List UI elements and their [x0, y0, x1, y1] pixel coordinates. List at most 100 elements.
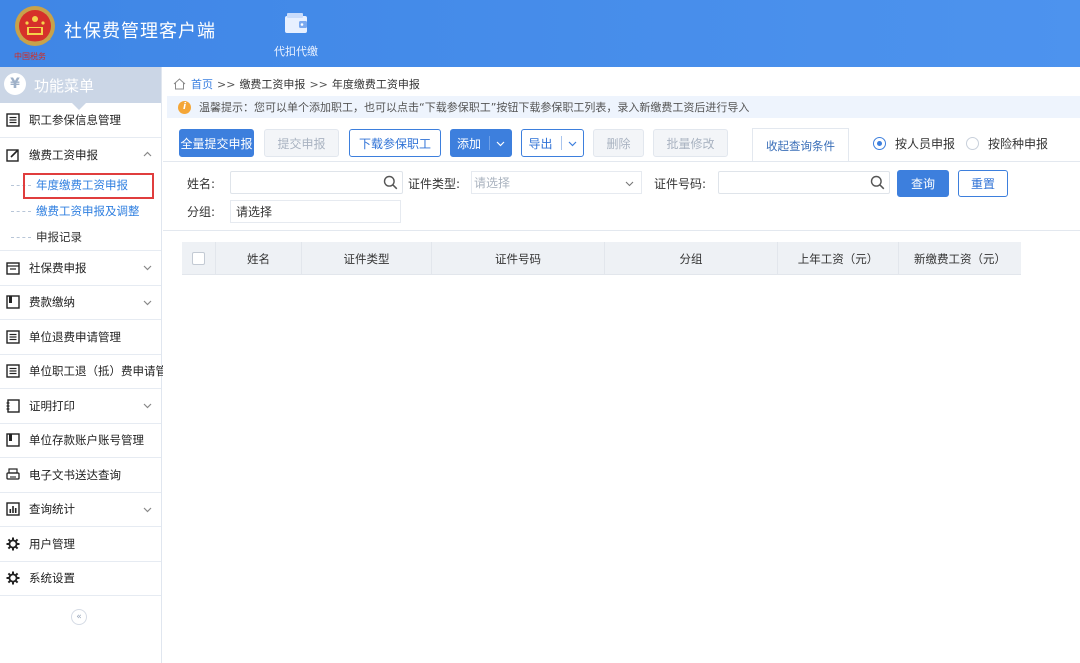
chevron-down-icon	[143, 507, 152, 512]
sidebar-item-label: 系统设置	[29, 571, 75, 586]
sidebar-item-employee-info[interactable]: 职工参保信息管理	[0, 103, 161, 138]
column-header[interactable]: 新缴费工资（元）	[899, 242, 1021, 275]
nav-withholding-label: 代扣代缴	[274, 45, 318, 58]
chevron-down-icon	[143, 300, 152, 305]
sidebar-item-social-fee[interactable]: 社保费申报	[0, 251, 161, 286]
column-header[interactable]: 上年工资（元）	[778, 242, 899, 275]
sidebar-item-user-management[interactable]: 用户管理	[0, 527, 161, 562]
search-icon	[383, 175, 398, 190]
menu-title: 功能菜单	[34, 77, 95, 95]
id-number-input[interactable]	[718, 171, 890, 194]
radio-by-person[interactable]: 按人员申报	[873, 135, 955, 152]
submit-button[interactable]: 提交申报	[264, 129, 339, 157]
sidebar: ¥ 功能菜单 职工参保信息管理 缴费工资申报 年度缴费工资申报 缴费工资申报及调…	[0, 67, 179, 663]
nav-withholding[interactable]: 代扣代缴	[268, 8, 324, 64]
column-header[interactable]: 证件类型	[302, 242, 432, 275]
wallet-icon	[285, 13, 307, 33]
radio-dot-checked	[873, 137, 886, 150]
sidebar-item-label: 单位退费申请管理	[29, 329, 121, 344]
submit-all-button[interactable]: 全量提交申报	[179, 129, 254, 157]
app-title: 社保费管理客户端	[64, 21, 216, 42]
sidebar-item-label: 社保费申报	[29, 260, 87, 275]
gear-icon	[6, 571, 20, 585]
sidebar-item-system-settings[interactable]: 系统设置	[0, 562, 161, 596]
name-input[interactable]	[230, 171, 403, 194]
sidebar-item-label: 缴费工资申报	[29, 147, 98, 162]
submenu-item-label: 申报记录	[36, 230, 82, 244]
list-icon	[6, 113, 20, 127]
chevron-down-icon	[625, 181, 634, 187]
button-divider	[560, 136, 562, 150]
reset-button[interactable]: 重置	[958, 170, 1008, 197]
radio-dot	[966, 137, 979, 150]
submenu-item-records[interactable]: 申报记录	[0, 224, 161, 250]
gear-icon	[6, 537, 20, 551]
id-type-select[interactable]: 请选择	[471, 171, 642, 194]
id-type-label: 证件类型:	[408, 177, 461, 191]
chevron-down-icon	[143, 403, 152, 409]
batch-edit-button[interactable]: 批量修改	[653, 129, 728, 157]
chevron-up-icon	[143, 151, 152, 156]
book-icon	[6, 433, 20, 447]
sidebar-item-payment[interactable]: 费款缴纳	[0, 286, 161, 320]
table-header: 姓名 证件类型 证件号码 分组 上年工资（元） 新缴费工资（元）	[182, 242, 1021, 275]
tree-line	[11, 237, 31, 238]
submenu-item-wage-adjust[interactable]: 缴费工资申报及调整	[0, 198, 161, 224]
document-icon	[6, 399, 20, 413]
query-button[interactable]: 查询	[897, 170, 949, 197]
sidebar-item-employee-refund[interactable]: 单位职工退（抵）费申请管理	[0, 355, 179, 389]
sidebar-item-refund[interactable]: 单位退费申请管理	[0, 320, 161, 355]
sidebar-collapse-button[interactable]: «	[71, 609, 87, 625]
highlight-box	[23, 173, 154, 199]
select-all-cell	[182, 242, 216, 275]
breadcrumb-current: 年度缴费工资申报	[331, 78, 420, 91]
column-header[interactable]: 分组	[605, 242, 778, 275]
sidebar-item-label: 电子文书送达查询	[29, 467, 121, 482]
submenu-item-annual-wage[interactable]: 年度缴费工资申报	[0, 172, 161, 199]
chevron-down-icon	[143, 265, 152, 271]
group-label: 分组:	[187, 205, 216, 219]
download-employees-button[interactable]: 下载参保职工	[349, 129, 441, 157]
breadcrumb-level1[interactable]: 缴费工资申报	[239, 76, 305, 92]
sidebar-item-statistics[interactable]: 查询统计	[0, 493, 161, 527]
menu-header: ¥ 功能菜单	[0, 67, 161, 110]
tab-collapse-query[interactable]: 收起查询条件	[752, 128, 849, 162]
sidebar-item-label: 用户管理	[29, 536, 75, 551]
info-icon: i	[178, 100, 191, 114]
sidebar-item-label: 单位存款账户账号管理	[29, 433, 144, 448]
book-icon	[6, 295, 20, 309]
radio-label: 按险种申报	[988, 137, 1049, 151]
calendar-icon	[6, 262, 20, 275]
list-icon	[6, 364, 20, 378]
button-divider	[489, 136, 490, 150]
id-type-placeholder: 请选择	[474, 176, 511, 190]
radio-by-insurance[interactable]: 按险种申报	[966, 135, 1048, 152]
home-icon	[173, 78, 186, 90]
chevron-down-icon	[496, 141, 505, 146]
add-button[interactable]: 添加	[450, 129, 512, 157]
yen-icon: ¥	[4, 73, 26, 95]
query-filter-panel: 姓名: 证件类型: 请选择 证件号码: 查询 重置 分组: 请选择	[163, 161, 1080, 231]
group-select[interactable]: 请选择	[230, 200, 401, 223]
emblem-caption: 中国税务	[14, 52, 46, 61]
sidebar-item-wage-declaration[interactable]: 缴费工资申报	[0, 138, 161, 173]
select-all-checkbox[interactable]	[192, 252, 205, 265]
delete-button[interactable]: 删除	[593, 129, 644, 157]
sidebar-item-certificate[interactable]: 证明打印	[0, 389, 161, 424]
tip-text: 温馨提示：您可以单个添加职工，也可以点击“下载参保职工”按钮下载参保职工列表，录…	[199, 101, 750, 114]
breadcrumb: 首页 >> 缴费工资申报 >> 年度缴费工资申报	[173, 76, 420, 92]
search-icon	[870, 175, 885, 190]
column-header[interactable]: 姓名	[216, 242, 302, 275]
sidebar-item-e-document[interactable]: 电子文书送达查询	[0, 458, 161, 493]
sidebar-item-bank-account[interactable]: 单位存款账户账号管理	[0, 424, 161, 458]
sidebar-item-label: 查询统计	[29, 502, 75, 517]
breadcrumb-separator: >>	[309, 77, 328, 91]
export-button[interactable]: 导出	[521, 129, 584, 157]
breadcrumb-home[interactable]: 首页	[191, 76, 213, 92]
breadcrumb-separator: >>	[217, 77, 236, 91]
edit-icon	[6, 149, 19, 162]
column-header[interactable]: 证件号码	[432, 242, 605, 275]
sidebar-item-label: 费款缴纳	[29, 295, 75, 310]
chevron-down-icon	[568, 141, 576, 146]
submenu-wage-declaration: 年度缴费工资申报 缴费工资申报及调整 申报记录	[0, 172, 161, 251]
